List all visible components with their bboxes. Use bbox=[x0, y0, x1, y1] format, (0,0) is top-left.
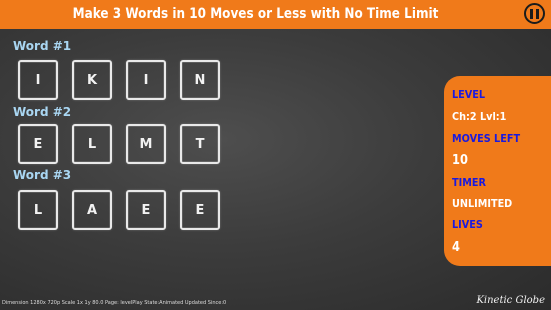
letter-tile[interactable]: A bbox=[72, 190, 112, 230]
pause-button[interactable] bbox=[524, 3, 545, 24]
letter-tile[interactable]: E bbox=[126, 190, 166, 230]
status-panel: LEVEL Ch:2 Lvl:1 MOVES LEFT 10 TIMER UNL… bbox=[444, 76, 551, 266]
lives-value: 4 bbox=[452, 240, 460, 255]
letter-tile[interactable]: I bbox=[18, 60, 58, 100]
letter-tile[interactable]: L bbox=[72, 124, 112, 164]
word-3-label: Word #3 bbox=[13, 168, 72, 182]
top-bar: Make 3 Words in 10 Moves or Less with No… bbox=[0, 0, 551, 29]
level-value: Ch:2 Lvl:1 bbox=[452, 110, 507, 123]
letter-tile[interactable]: M bbox=[126, 124, 166, 164]
brand-logo: Kinetic Globe bbox=[476, 295, 545, 306]
pause-icon bbox=[530, 8, 533, 19]
letter-tile[interactable]: L bbox=[18, 190, 58, 230]
letter-tile[interactable]: I bbox=[126, 60, 166, 100]
letter-tile[interactable]: K bbox=[72, 60, 112, 100]
moves-left-value: 10 bbox=[452, 153, 468, 168]
pause-icon-bar bbox=[536, 8, 539, 19]
timer-label: TIMER bbox=[452, 176, 486, 189]
letter-tile[interactable]: T bbox=[180, 124, 220, 164]
debug-status-text: Dimension 1280x 720p Scale 1x 1y 80.0 Pa… bbox=[2, 300, 227, 306]
moves-left-label: MOVES LEFT bbox=[452, 132, 521, 145]
timer-value: UNLIMITED bbox=[452, 197, 513, 210]
letter-tile[interactable]: N bbox=[180, 60, 220, 100]
word-1-label: Word #1 bbox=[13, 39, 72, 53]
letter-tile[interactable]: E bbox=[18, 124, 58, 164]
page-title: Make 3 Words in 10 Moves or Less with No… bbox=[72, 6, 439, 22]
letter-tile[interactable]: E bbox=[180, 190, 220, 230]
lives-label: LIVES bbox=[452, 218, 483, 231]
word-2-label: Word #2 bbox=[13, 105, 72, 119]
level-label: LEVEL bbox=[452, 88, 486, 101]
